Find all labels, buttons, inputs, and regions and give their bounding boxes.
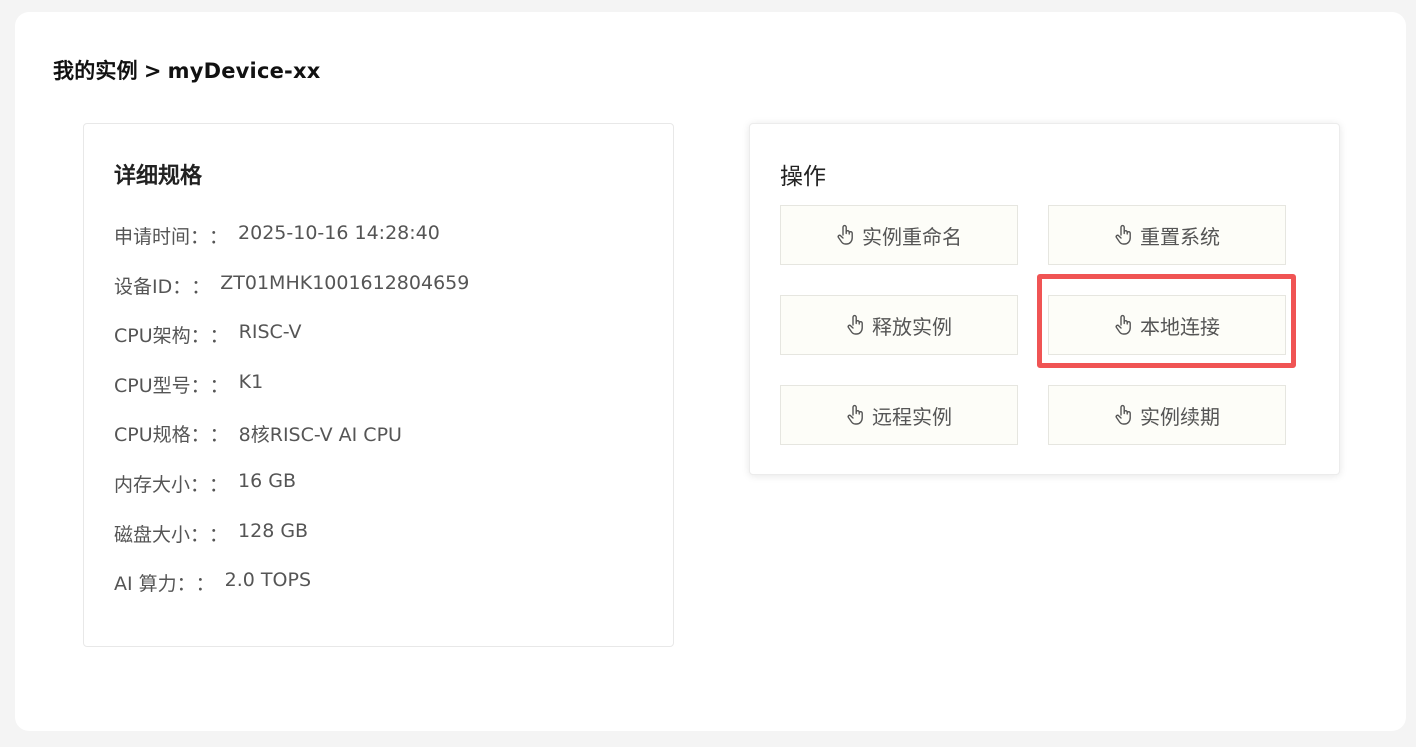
main-card: 我的实例 > myDevice-xx 详细规格 申请时间：： 2025-10-16 1… bbox=[15, 12, 1406, 731]
spec-title: 详细规格 bbox=[114, 164, 203, 189]
spec-row-cpu-model: CPU型号：： K1 bbox=[114, 371, 469, 421]
button-label: 本地连接 bbox=[1140, 314, 1220, 339]
spec-row-disk: 磁盘大小：： 128 GB bbox=[114, 520, 469, 570]
pointer-hand-icon bbox=[1115, 224, 1131, 245]
spec-colon: ： bbox=[209, 374, 229, 397]
spec-value: 16 GB bbox=[238, 469, 297, 492]
button-label: 实例续期 bbox=[1140, 404, 1220, 429]
spec-row-apply-time: 申请时间：： 2025-10-16 14:28:40 bbox=[114, 222, 469, 272]
button-label: 重置系统 bbox=[1140, 224, 1220, 249]
spec-list: 申请时间：： 2025-10-16 14:28:40 设备ID：： ZT01MHK1… bbox=[114, 222, 469, 619]
rename-instance-button[interactable]: 实例重命名 bbox=[780, 205, 1018, 265]
spec-value: 2.0 TOPS bbox=[224, 569, 312, 592]
spec-colon: ： bbox=[195, 573, 215, 596]
spec-panel: 详细规格 申请时间：： 2025-10-16 14:28:40 设备ID：： ZT0… bbox=[83, 123, 674, 647]
spec-label: 磁盘大小： bbox=[114, 523, 210, 546]
spec-row-memory: 内存大小：： 16 GB bbox=[114, 470, 469, 520]
spec-colon: ： bbox=[191, 275, 211, 298]
button-label: 实例重命名 bbox=[862, 224, 962, 249]
spec-row-ai-power: AI 算力：： 2.0 TOPS bbox=[114, 569, 469, 619]
local-connect-button[interactable]: 本地连接 bbox=[1048, 295, 1286, 355]
renew-instance-button[interactable]: 实例续期 bbox=[1048, 385, 1286, 445]
spec-label: AI 算力： bbox=[114, 573, 196, 596]
spec-label: CPU型号： bbox=[114, 374, 210, 397]
button-label: 释放实例 bbox=[872, 314, 952, 339]
button-label: 远程实例 bbox=[872, 404, 952, 429]
spec-label: CPU规格： bbox=[114, 424, 210, 447]
pointer-hand-icon bbox=[1115, 314, 1131, 335]
breadcrumb-separator: > bbox=[143, 59, 162, 83]
spec-value: 128 GB bbox=[238, 519, 309, 542]
spec-label: CPU架构： bbox=[114, 325, 210, 348]
spec-label: 申请时间： bbox=[114, 226, 210, 248]
operations-title: 操作 bbox=[780, 164, 826, 190]
spec-colon: ： bbox=[209, 523, 229, 546]
pointer-hand-icon bbox=[837, 224, 853, 245]
spec-colon: ： bbox=[209, 226, 229, 248]
remote-instance-button[interactable]: 远程实例 bbox=[780, 385, 1018, 445]
pointer-hand-icon bbox=[847, 404, 863, 425]
spec-value: 2025-10-16 14:28:40 bbox=[238, 222, 440, 244]
spec-label: 设备ID： bbox=[114, 275, 192, 298]
pointer-hand-icon bbox=[1115, 404, 1131, 425]
spec-label: 内存大小： bbox=[114, 473, 210, 496]
spec-value: RISC-V bbox=[238, 321, 302, 344]
spec-value: K1 bbox=[238, 370, 264, 393]
breadcrumb-parent[interactable]: 我的实例 bbox=[53, 59, 138, 83]
reset-system-button[interactable]: 重置系统 bbox=[1048, 205, 1286, 265]
spec-colon: ： bbox=[209, 424, 229, 447]
spec-row-cpu-spec: CPU规格：： 8核RISC-V AI CPU bbox=[114, 420, 469, 470]
spec-value: ZT01MHK1001612804659 bbox=[220, 271, 470, 294]
spec-value: 8核RISC-V AI CPU bbox=[238, 424, 402, 447]
spec-colon: ： bbox=[209, 473, 229, 496]
spec-row-device-id: 设备ID：： ZT01MHK1001612804659 bbox=[114, 272, 469, 322]
breadcrumb: 我的实例 > myDevice-xx bbox=[53, 55, 320, 85]
breadcrumb-current: myDevice-xx bbox=[167, 59, 321, 83]
operations-panel: 操作 实例重命名 重置系统 释放实例 本地连接 远程实例 实例续期 bbox=[749, 123, 1340, 475]
spec-row-cpu-arch: CPU架构：： RISC-V bbox=[114, 321, 469, 371]
spec-colon: ： bbox=[209, 325, 229, 348]
pointer-hand-icon bbox=[847, 314, 863, 335]
release-instance-button[interactable]: 释放实例 bbox=[780, 295, 1018, 355]
